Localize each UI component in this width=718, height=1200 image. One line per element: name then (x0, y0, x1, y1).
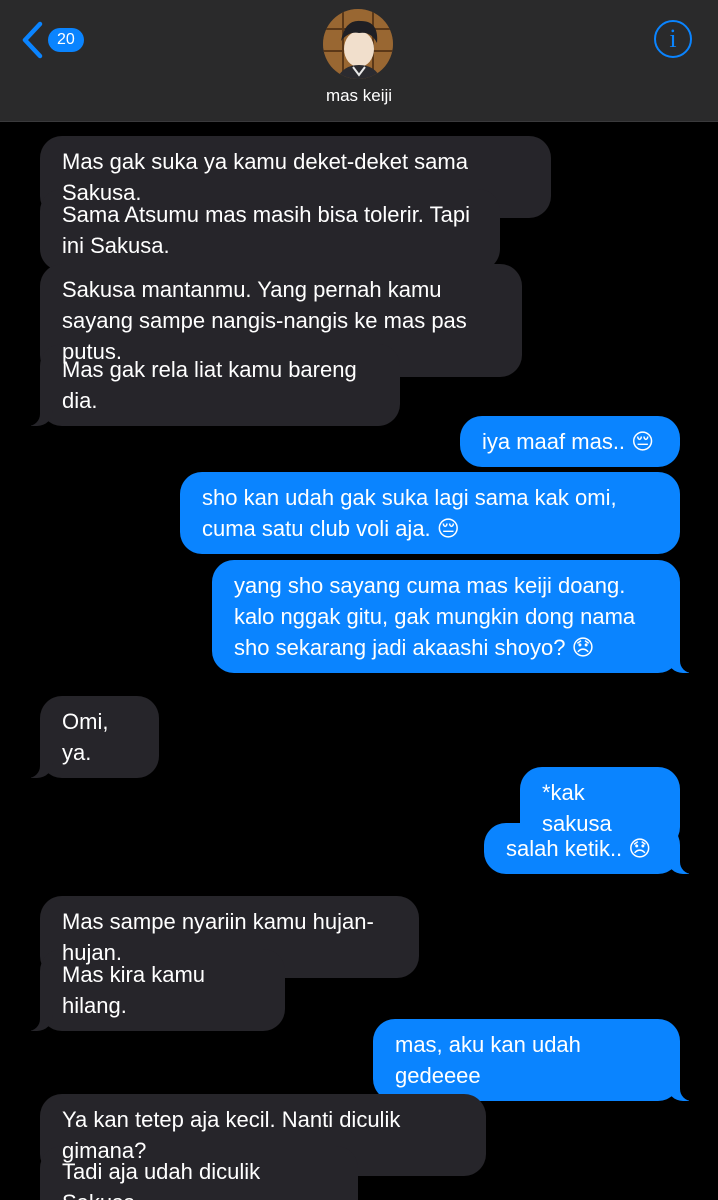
avatar[interactable] (323, 9, 393, 79)
received-message[interactable]: Omi, ya. (26, 696, 159, 778)
sent-message[interactable]: sho kan udah gak suka lagi sama kak omi,… (180, 472, 680, 554)
sent-message[interactable]: yang sho sayang cuma mas keiji doang. ka… (212, 560, 694, 673)
message-text: salah ketik.. 😞 (506, 836, 652, 861)
received-message[interactable]: Mas kira kamu hilang. (26, 949, 285, 1031)
info-button[interactable]: i (654, 20, 692, 58)
received-message[interactable]: Mas gak rela liat kamu bareng dia. (26, 344, 400, 426)
message-text: Tadi aja udah diculik Sakusa. (62, 1159, 261, 1200)
received-message[interactable]: Sama Atsumu mas masih bisa tolerir. Tapi… (40, 189, 500, 271)
message-text: Mas kira kamu hilang. (62, 962, 206, 1018)
unread-count-badge: 20 (48, 28, 84, 52)
message-text: mas, aku kan udah gedeeee (395, 1032, 581, 1088)
message-text: Sama Atsumu mas masih bisa tolerir. Tapi… (62, 202, 470, 258)
message-text: yang sho sayang cuma mas keiji doang. ka… (234, 573, 636, 660)
back-button[interactable]: 20 (20, 20, 90, 60)
message-text: Mas gak rela liat kamu bareng dia. (62, 357, 357, 413)
message-text: sho kan udah gak suka lagi sama kak omi,… (202, 485, 617, 541)
sent-message[interactable]: mas, aku kan udah gedeeee (373, 1019, 694, 1101)
sent-message[interactable]: iya maaf mas.. 😔 (460, 416, 680, 467)
message-text: iya maaf mas.. 😔 (482, 429, 655, 454)
avatar-image (323, 9, 393, 79)
message-list: Mas gak suka ya kamu deket-deket sama Sa… (0, 122, 718, 1200)
chevron-left-icon (22, 21, 43, 59)
message-text: *kak sakusa (542, 780, 612, 836)
conversation-header: 20 mas keiji i (0, 0, 718, 122)
message-text: Omi, ya. (62, 709, 109, 765)
contact-name[interactable]: mas keiji (0, 86, 718, 106)
info-icon: i (669, 24, 677, 53)
